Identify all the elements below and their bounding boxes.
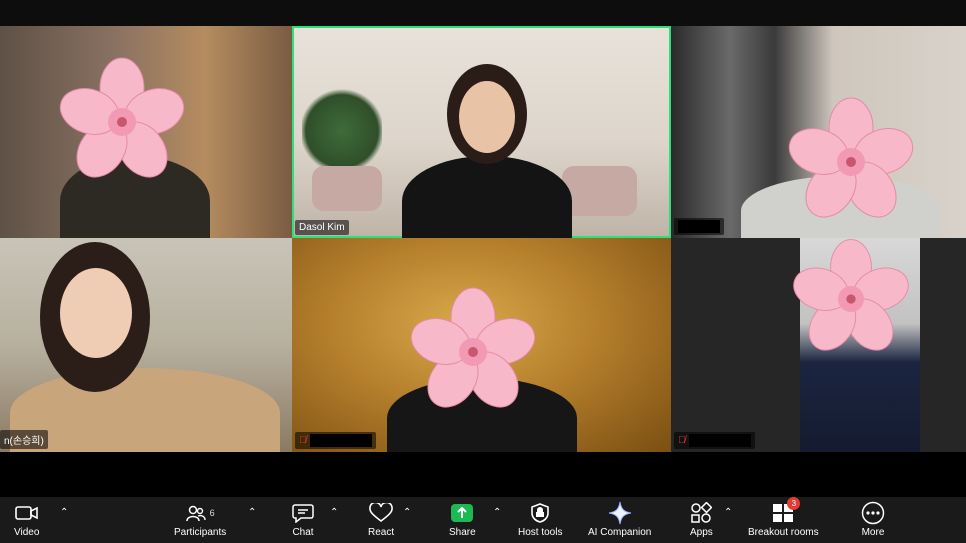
share-button[interactable]: Share: [449, 501, 476, 538]
participant-name: Dasol Kim: [299, 222, 345, 233]
more-label: More: [861, 527, 885, 538]
host-tools-button[interactable]: Host tools: [518, 501, 562, 538]
participant-name-label: n(손승희): [0, 430, 48, 449]
video-label: Video: [14, 527, 40, 538]
video-camera-icon: [14, 501, 39, 525]
mic-muted-icon: 🎙̸: [299, 435, 307, 446]
chair-decor: [562, 166, 637, 216]
top-bar: [0, 0, 966, 26]
share-options-caret-icon[interactable]: ⌃: [493, 507, 501, 518]
ai-companion-button[interactable]: AI Companion: [588, 501, 651, 538]
ai-companion-label: AI Companion: [588, 527, 652, 538]
share-arrow-icon: [451, 501, 474, 525]
breakout-count-badge: 3: [787, 497, 801, 510]
flower-sticker-icon: [404, 287, 542, 418]
flower-sticker-icon: [53, 57, 191, 188]
more-dots-icon: [861, 501, 885, 525]
participants-button[interactable]: 6 Participants: [174, 501, 226, 538]
participants-icon: 6: [185, 501, 215, 525]
video-tile-3[interactable]: [671, 26, 966, 238]
chat-button[interactable]: Chat: [292, 501, 314, 538]
shield-icon: [531, 501, 550, 525]
video-tile-active-speaker[interactable]: Dasol Kim: [292, 26, 671, 238]
flower-sticker-icon: [787, 239, 915, 360]
redacted-name: [309, 434, 372, 447]
participant-name-label: Dasol Kim: [295, 220, 349, 235]
flower-sticker-icon: [782, 97, 920, 228]
chat-icon: [292, 501, 314, 525]
participant-count: 6: [209, 508, 215, 518]
participants-label: Participants: [174, 527, 227, 538]
video-tile-5[interactable]: 🎙̸: [292, 238, 671, 452]
participants-options-caret-icon[interactable]: ⌃: [248, 507, 256, 518]
sparkle-icon: [608, 501, 632, 525]
participant-name-label: [674, 218, 724, 235]
share-label: Share: [449, 527, 476, 538]
react-button[interactable]: React: [368, 501, 394, 538]
participant-name-label: 🎙̸: [295, 432, 376, 449]
chat-options-caret-icon[interactable]: ⌃: [330, 507, 338, 518]
participant-body: [402, 156, 572, 238]
gallery-bottom-space: [0, 452, 966, 497]
video-tile-6[interactable]: 🎙̸: [671, 238, 966, 452]
apps-label: Apps: [690, 527, 713, 538]
participant-name-label: 🎙̸: [674, 432, 755, 449]
plant-decor: [302, 86, 382, 176]
apps-button[interactable]: Apps: [690, 501, 713, 538]
chat-label: Chat: [292, 527, 314, 538]
react-label: React: [368, 527, 395, 538]
participant-body: [10, 368, 280, 452]
apps-options-caret-icon[interactable]: ⌃: [724, 507, 732, 518]
react-options-caret-icon[interactable]: ⌃: [403, 507, 411, 518]
apps-icon: [690, 501, 713, 525]
participant-name: n(손승희): [4, 436, 44, 447]
heart-icon: [369, 501, 393, 525]
video-tile-1[interactable]: [0, 26, 292, 238]
chair-decor: [312, 166, 382, 211]
video-tile-4[interactable]: n(손승희): [0, 238, 292, 452]
breakout-rooms-label: Breakout rooms: [748, 527, 819, 538]
video-button[interactable]: Video: [14, 501, 39, 538]
host-tools-label: Host tools: [518, 527, 563, 538]
redacted-name: [678, 220, 720, 233]
more-button[interactable]: More: [861, 501, 885, 538]
mic-muted-icon: 🎙̸: [678, 435, 686, 446]
video-options-caret-icon[interactable]: ⌃: [60, 507, 68, 518]
participant-face: [459, 81, 515, 153]
breakout-grid-icon: 3: [772, 497, 801, 525]
redacted-name: [688, 434, 751, 447]
participant-face: [60, 268, 132, 358]
meeting-toolbar: Video ⌃ 6 Participants ⌃ Chat ⌃ React ⌃ …: [0, 497, 966, 543]
breakout-rooms-button[interactable]: 3 Breakout rooms: [748, 497, 819, 538]
